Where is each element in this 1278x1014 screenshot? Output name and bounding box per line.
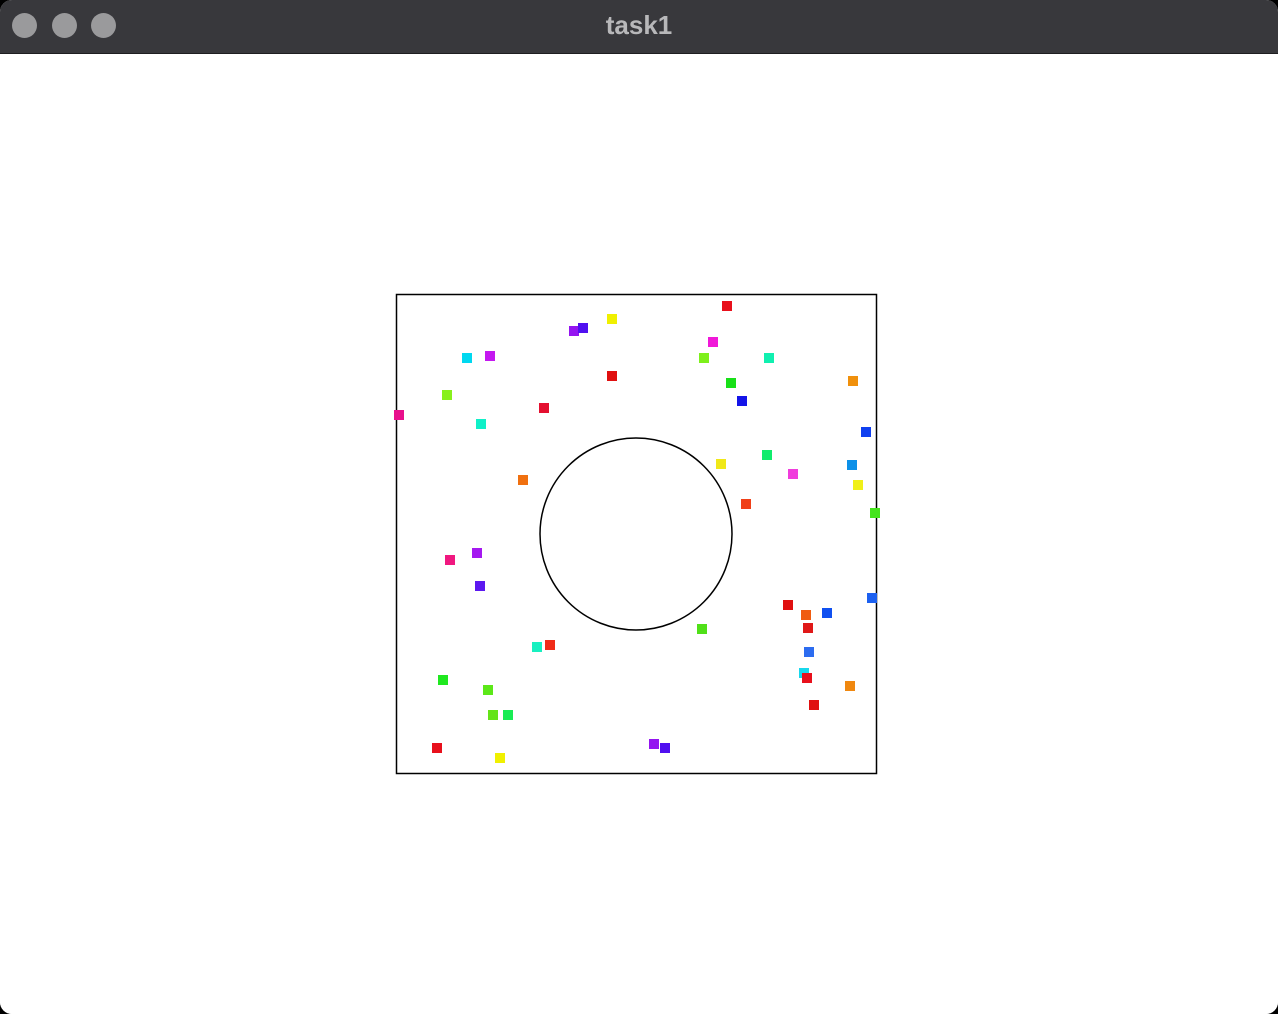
particle: [809, 700, 819, 710]
particle: [716, 459, 726, 469]
particle: [578, 323, 588, 333]
particle: [476, 419, 486, 429]
particle: [803, 623, 813, 633]
particle: [783, 600, 793, 610]
particle: [539, 403, 549, 413]
simulation-canvas: [394, 293, 880, 775]
particle: [848, 376, 858, 386]
particle: [762, 450, 772, 460]
particle: [697, 624, 707, 634]
particle: [788, 469, 798, 479]
particle: [432, 743, 442, 753]
particle: [699, 353, 709, 363]
particle: [462, 353, 472, 363]
particle: [442, 390, 452, 400]
window-title: task1: [605, 10, 673, 40]
particle: [483, 685, 493, 695]
particle: [853, 480, 863, 490]
particle: [569, 326, 579, 336]
particle: [485, 351, 495, 361]
particle: [545, 640, 555, 650]
particle: [607, 314, 617, 324]
particle: [438, 675, 448, 685]
particle: [822, 608, 832, 618]
particle: [649, 739, 659, 749]
particle: [804, 647, 814, 657]
particle: [518, 475, 528, 485]
render-area: [0, 54, 1278, 1014]
particle: [802, 673, 812, 683]
particle: [532, 642, 542, 652]
particle: [801, 610, 811, 620]
particle: [495, 753, 505, 763]
particle: [861, 427, 871, 437]
container-box: [395, 293, 878, 775]
particle: [607, 371, 617, 381]
particle: [737, 396, 747, 406]
particle: [488, 710, 498, 720]
app-window: task1: [0, 0, 1278, 1014]
particle: [867, 593, 877, 603]
particle: [764, 353, 774, 363]
particle: [870, 508, 880, 518]
particle: [660, 743, 670, 753]
particle: [503, 710, 513, 720]
particle: [394, 410, 404, 420]
particle: [741, 499, 751, 509]
title-bar[interactable]: task1: [0, 0, 1278, 54]
particle: [726, 378, 736, 388]
particle: [475, 581, 485, 591]
particle: [445, 555, 455, 565]
particle: [708, 337, 718, 347]
particle: [847, 460, 857, 470]
circular-obstacle: [539, 437, 733, 631]
particles-group: [394, 301, 880, 763]
particle: [472, 548, 482, 558]
particle: [722, 301, 732, 311]
particle: [845, 681, 855, 691]
